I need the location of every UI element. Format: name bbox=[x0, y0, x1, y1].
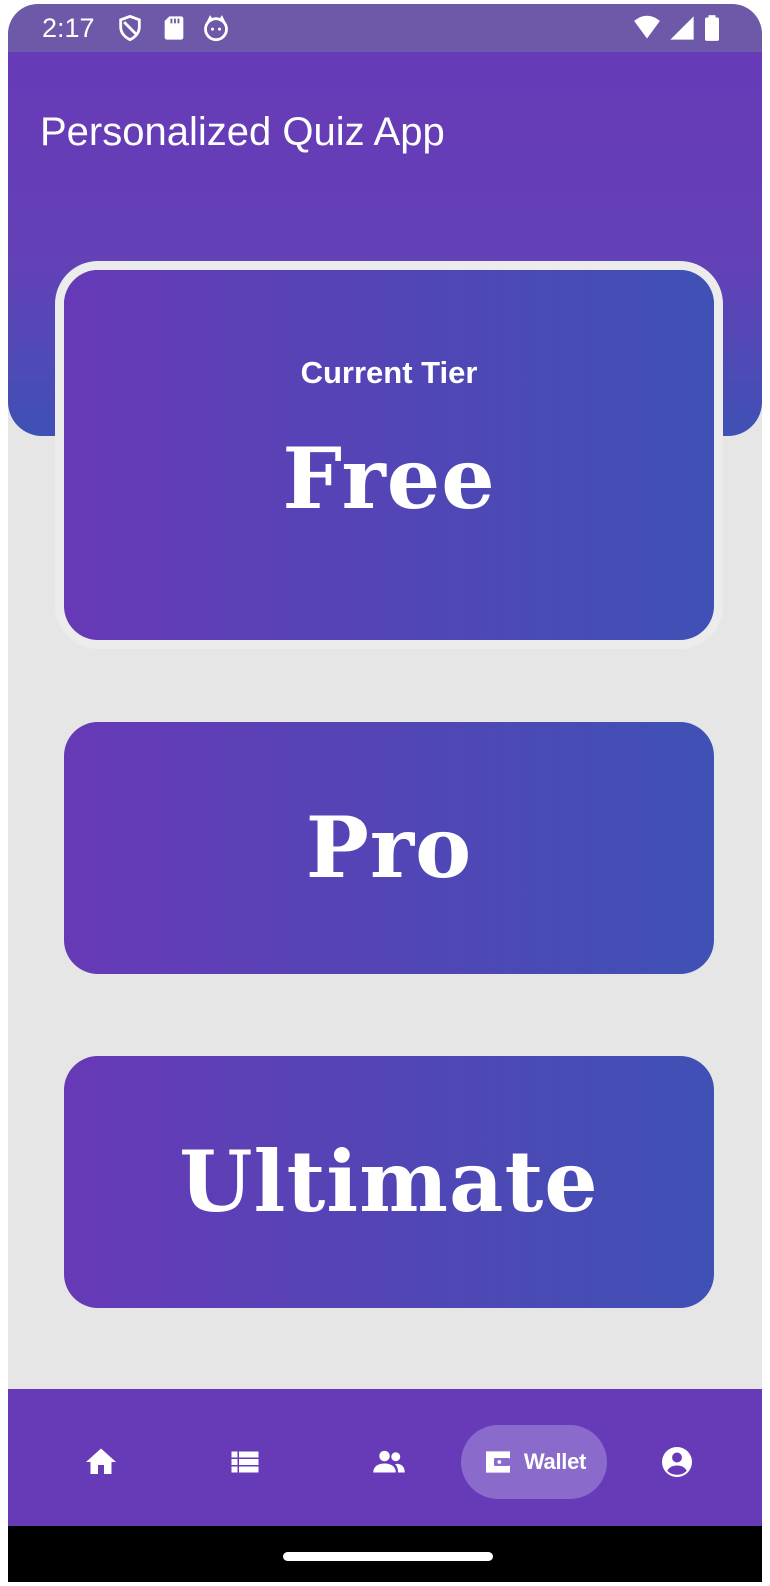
status-time: 2:17 bbox=[42, 13, 95, 43]
current-tier-name: Free bbox=[282, 429, 496, 528]
nav-profile[interactable] bbox=[640, 1425, 714, 1499]
signal-icon bbox=[668, 14, 696, 42]
shield-icon bbox=[116, 14, 144, 42]
app-title: Personalized Quiz App bbox=[40, 110, 445, 154]
battery-icon bbox=[698, 14, 726, 42]
current-tier-card[interactable]: Current Tier Free bbox=[64, 270, 714, 640]
gesture-navigation-bar bbox=[8, 1526, 762, 1582]
account-circle-icon bbox=[659, 1444, 695, 1480]
status-bar: 2:17 bbox=[8, 4, 762, 52]
home-gesture-handle[interactable] bbox=[283, 1552, 493, 1561]
pro-tier-name: Pro bbox=[305, 798, 473, 897]
nav-wallet-label: Wallet bbox=[523, 1449, 587, 1474]
list-icon bbox=[227, 1444, 263, 1480]
sd-card-icon bbox=[160, 14, 188, 42]
wifi-icon bbox=[630, 14, 664, 42]
nav-people[interactable] bbox=[352, 1425, 426, 1499]
ultimate-tier-card[interactable]: Ultimate bbox=[64, 1056, 714, 1308]
pro-tier-card[interactable]: Pro bbox=[64, 722, 714, 974]
people-icon bbox=[371, 1444, 407, 1480]
home-icon bbox=[83, 1444, 119, 1480]
ultimate-tier-name: Ultimate bbox=[179, 1132, 599, 1231]
nav-home[interactable] bbox=[64, 1425, 138, 1499]
nav-wallet[interactable]: Wallet bbox=[461, 1425, 607, 1499]
cat-face-icon bbox=[202, 14, 230, 42]
current-tier-caption: Current Tier bbox=[300, 355, 478, 390]
device-screen: 2:17 Personalized Quiz App Current Tier … bbox=[8, 4, 762, 1582]
wallet-icon bbox=[482, 1446, 514, 1478]
bottom-navigation: Wallet bbox=[8, 1389, 762, 1526]
nav-list[interactable] bbox=[208, 1425, 282, 1499]
